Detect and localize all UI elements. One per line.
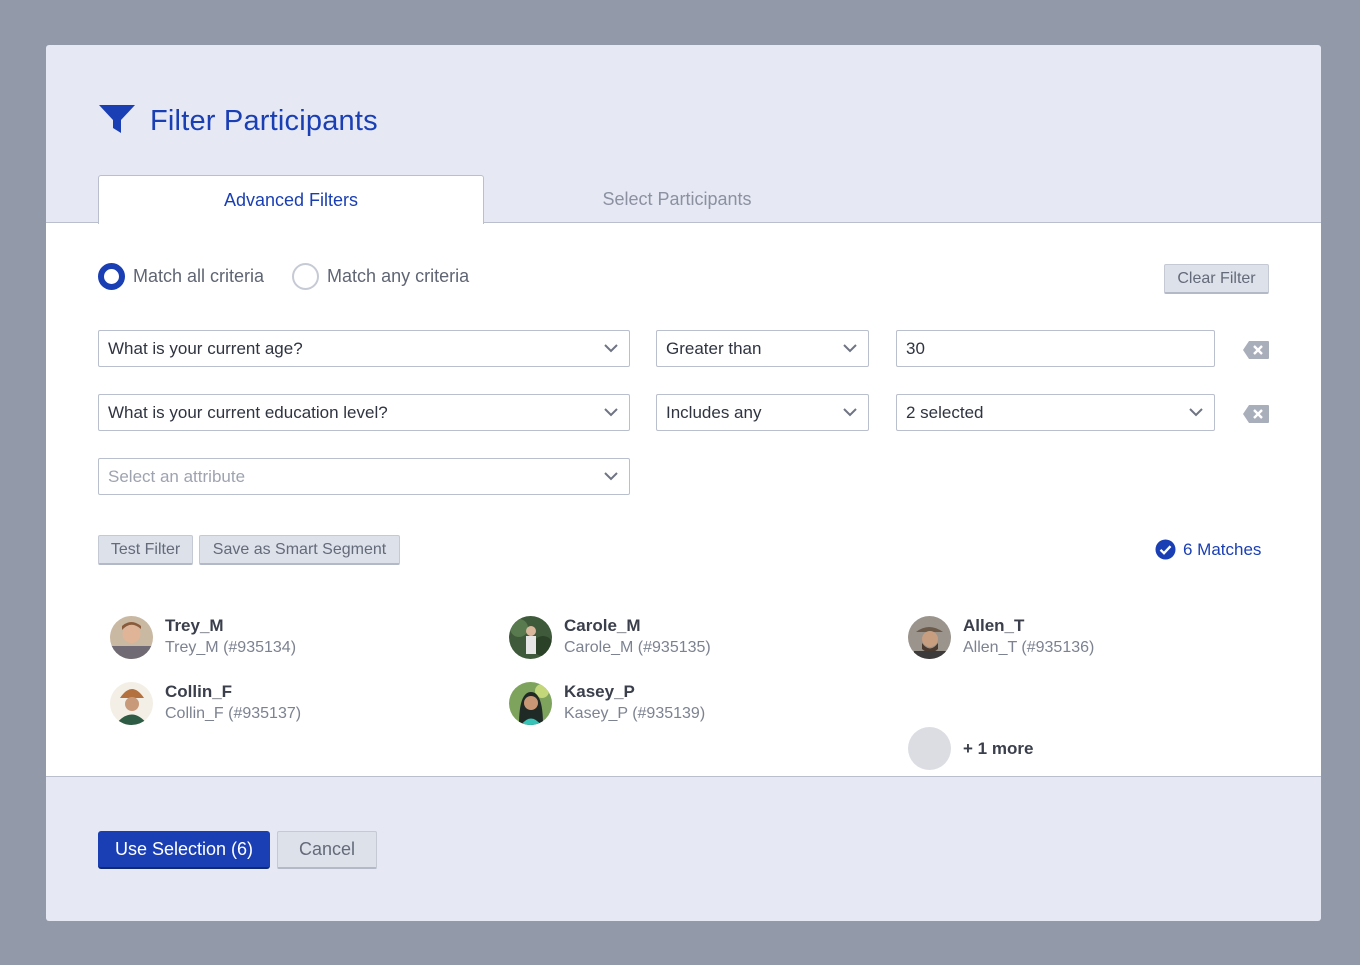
placeholder-avatar <box>908 727 951 770</box>
dialog-footer: Use Selection (6) Cancel <box>46 778 1321 921</box>
check-circle-icon <box>1155 539 1176 560</box>
cancel-button[interactable]: Cancel <box>277 831 377 869</box>
match-any-radio[interactable]: Match any criteria <box>292 263 469 290</box>
chevron-down-icon <box>843 408 857 417</box>
more-participants-label: + 1 more <box>963 738 1034 758</box>
operator-value: Greater than <box>666 338 762 358</box>
avatar <box>110 681 153 725</box>
save-smart-segment-button[interactable]: Save as Smart Segment <box>199 535 400 565</box>
operator-value: Includes any <box>666 402 762 422</box>
match-mode-group: Match all criteria Match any criteria <box>98 263 497 290</box>
more-participants[interactable]: + 1 more <box>908 727 1033 770</box>
participant-item[interactable]: Allen_T Allen_T (#935136) <box>908 615 1094 659</box>
participant-id: Kasey_P (#935139) <box>564 705 706 722</box>
new-attribute-select[interactable]: Select an attribute <box>98 458 630 495</box>
radio-unselected-icon <box>292 263 320 290</box>
value-input[interactable]: 30 <box>896 330 1215 367</box>
match-all-label: Match all criteria <box>133 266 265 286</box>
radio-selected-icon <box>98 263 125 290</box>
avatar <box>509 615 552 659</box>
value-multiselect[interactable]: 2 selected <box>896 394 1215 431</box>
match-all-radio[interactable]: Match all criteria <box>98 263 264 290</box>
match-any-label: Match any criteria <box>327 266 470 286</box>
chevron-down-icon <box>604 472 618 481</box>
participant-id: Trey_M (#935134) <box>165 639 297 656</box>
attribute-select[interactable]: What is your current education level? <box>98 394 630 431</box>
chevron-down-icon <box>843 344 857 353</box>
participant-item[interactable]: Carole_M Carole_M (#935135) <box>509 615 711 659</box>
participant-name: Carole_M <box>564 616 641 635</box>
chevron-down-icon <box>604 408 618 417</box>
operator-select[interactable]: Includes any <box>656 394 869 431</box>
tab-advanced-filters[interactable]: Advanced Filters <box>98 175 484 224</box>
filter-participants-dialog: Filter Participants Advanced Filters Sel… <box>46 45 1321 921</box>
remove-filter-icon[interactable] <box>1242 404 1270 424</box>
participant-item[interactable]: Kasey_P Kasey_P (#935139) <box>509 681 705 725</box>
value-text: 2 selected <box>906 402 984 422</box>
avatar <box>110 615 153 659</box>
tab-bar: Advanced Filters Select Participants <box>46 175 1321 224</box>
participant-item[interactable]: Collin_F Collin_F (#935137) <box>110 681 301 725</box>
dialog-title: Filter Participants <box>150 105 378 137</box>
chevron-down-icon <box>1189 408 1203 417</box>
attribute-placeholder: Select an attribute <box>108 466 246 486</box>
filter-panel: Match all criteria Match any criteria Cl… <box>46 222 1321 777</box>
avatar <box>509 681 552 725</box>
matches-count: 6 Matches <box>1183 539 1262 559</box>
participant-id: Allen_T (#935136) <box>963 639 1095 656</box>
attribute-value: What is your current education level? <box>108 402 388 422</box>
value-text: 30 <box>906 338 925 358</box>
attribute-select[interactable]: What is your current age? <box>98 330 630 367</box>
use-selection-button[interactable]: Use Selection (6) <box>98 831 270 869</box>
participant-name: Trey_M <box>165 616 224 635</box>
participant-id: Collin_F (#935137) <box>165 705 302 722</box>
avatar <box>908 615 951 659</box>
participant-item[interactable]: Trey_M Trey_M (#935134) <box>110 615 296 659</box>
participant-name: Collin_F <box>165 682 233 701</box>
tab-select-participants[interactable]: Select Participants <box>484 175 870 223</box>
attribute-value: What is your current age? <box>108 338 303 358</box>
participant-id: Carole_M (#935135) <box>564 639 711 656</box>
chevron-down-icon <box>604 344 618 353</box>
clear-filter-button[interactable]: Clear Filter <box>1164 264 1269 294</box>
test-filter-button[interactable]: Test Filter <box>98 535 193 565</box>
remove-filter-icon[interactable] <box>1242 340 1270 360</box>
operator-select[interactable]: Greater than <box>656 330 869 367</box>
title-row: Filter Participants <box>98 103 378 140</box>
participant-name: Allen_T <box>963 616 1025 635</box>
participant-name: Kasey_P <box>564 682 635 701</box>
dialog-header: Filter Participants Advanced Filters Sel… <box>46 45 1321 224</box>
matches-indicator: 6 Matches <box>1155 539 1261 560</box>
filter-icon <box>98 103 136 140</box>
